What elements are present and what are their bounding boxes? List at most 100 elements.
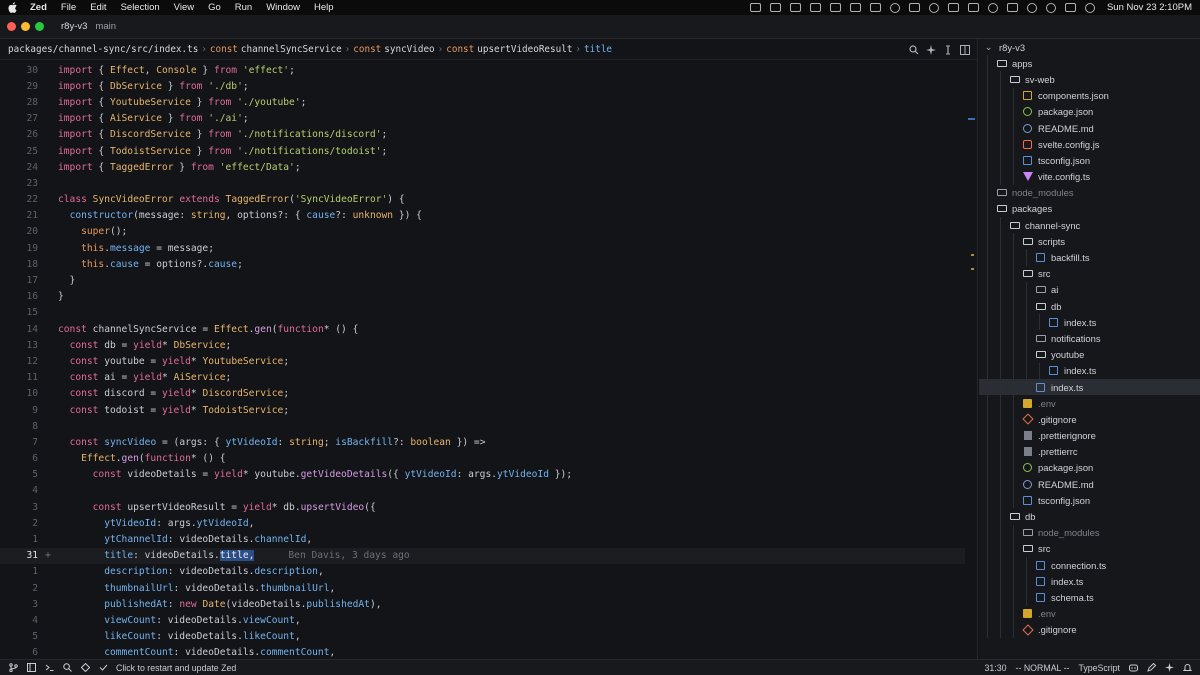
- code-line[interactable]: 17 }: [0, 272, 965, 288]
- close-window-button[interactable]: [7, 22, 16, 31]
- code-line-current[interactable]: 31 + title: videoDetails.title, Ben Davis,…: [0, 547, 965, 564]
- line-number[interactable]: 15: [0, 307, 38, 318]
- tree-file[interactable]: index.ts: [979, 378, 1200, 396]
- code-text[interactable]: publishedAt: new Date(videoDetails.publi…: [58, 599, 381, 610]
- code-line[interactable]: 9 const todoist = yield* TodoistService;: [0, 402, 965, 418]
- line-number[interactable]: 27: [0, 113, 38, 124]
- menu-app-name[interactable]: Zed: [30, 2, 47, 13]
- tree-file[interactable]: README.md: [979, 476, 1200, 493]
- code-text[interactable]: }: [58, 291, 64, 302]
- code-line[interactable]: 29 import { DbService } from './db';: [0, 78, 965, 94]
- sparkle-assistant-icon[interactable]: [924, 43, 937, 56]
- language-selector[interactable]: TypeScript: [1078, 663, 1120, 673]
- code-line[interactable]: 19 this.message = message;: [0, 240, 965, 256]
- dots-icon[interactable]: [889, 2, 900, 13]
- tree-file[interactable]: connection.ts: [979, 557, 1200, 574]
- battery-icon[interactable]: [1006, 3, 1018, 12]
- code-line[interactable]: 15: [0, 305, 965, 321]
- notion-icon[interactable]: [769, 3, 781, 12]
- line-number[interactable]: 23: [0, 178, 38, 189]
- code-line[interactable]: 12 const youtube = yield* YoutubeService…: [0, 353, 965, 369]
- tree-file[interactable]: components.json: [979, 87, 1200, 104]
- line-number[interactable]: 6: [0, 647, 38, 658]
- code-line[interactable]: 26 import { DiscordService } from './noti…: [0, 127, 965, 143]
- code-text[interactable]: thumbnailUrl: videoDetails.thumbnailUrl,: [58, 583, 335, 594]
- line-number[interactable]: 2: [0, 583, 38, 594]
- menu-go[interactable]: Go: [208, 2, 221, 13]
- assistant-icon[interactable]: [1164, 663, 1174, 673]
- code-line[interactable]: 21 constructor(message: string, options?…: [0, 208, 965, 224]
- code-text[interactable]: }: [58, 275, 76, 286]
- text-cursor-icon[interactable]: [941, 43, 954, 56]
- line-number[interactable]: 16: [0, 291, 38, 302]
- line-number[interactable]: 22: [0, 194, 38, 205]
- code-line[interactable]: 6 Effect.gen(function* () {: [0, 451, 965, 467]
- code-text[interactable]: ytChannelId: videoDetails.channelId,: [58, 534, 312, 545]
- tree-folder[interactable]: src: [979, 265, 1200, 282]
- line-number[interactable]: 12: [0, 356, 38, 367]
- status-tray-icon[interactable]: [749, 3, 761, 12]
- edit-prediction-icon[interactable]: [1146, 663, 1156, 673]
- project-name[interactable]: r8y-v3: [61, 21, 87, 32]
- line-number[interactable]: 21: [0, 210, 38, 221]
- add-breakpoint-icon[interactable]: +: [38, 550, 58, 561]
- control-center-icon[interactable]: [1064, 3, 1076, 12]
- line-number[interactable]: 4: [0, 615, 38, 626]
- line-number[interactable]: 5: [0, 631, 38, 642]
- breadcrumb-symbol[interactable]: channelSyncService: [241, 44, 342, 55]
- tree-folder[interactable]: node_modules: [979, 184, 1200, 201]
- diagnostics-icon[interactable]: [80, 663, 90, 673]
- eject-icon[interactable]: [829, 3, 841, 12]
- code-line[interactable]: 5 likeCount: videoDetails.likeCount,: [0, 629, 965, 645]
- audio-bars-icon[interactable]: [789, 3, 801, 12]
- code-text[interactable]: ytVideoId: args.ytVideoId,: [58, 518, 254, 529]
- breadcrumb-symbol[interactable]: upsertVideoResult: [477, 44, 572, 55]
- tree-folder[interactable]: notifications: [979, 330, 1200, 347]
- line-number[interactable]: 11: [0, 372, 38, 383]
- check-icon[interactable]: [98, 663, 108, 673]
- code-line[interactable]: 2 thumbnailUrl: videoDetails.thumbnailUr…: [0, 580, 965, 596]
- tree-root[interactable]: ⌄ r8y-v3: [979, 39, 1200, 55]
- code-line[interactable]: 11 const ai = yield* AiService;: [0, 370, 965, 386]
- tree-file[interactable]: .gitignore: [979, 621, 1200, 638]
- search-icon[interactable]: [62, 663, 72, 673]
- code-line[interactable]: 22 class SyncVideoError extends TaggedErr…: [0, 192, 965, 208]
- code-text[interactable]: likeCount: videoDetails.likeCount,: [58, 631, 300, 642]
- menu-bar-clock[interactable]: Sun Nov 23 2:10PM: [1107, 2, 1192, 13]
- notifications-bell-icon[interactable]: [1182, 663, 1192, 673]
- tree-file[interactable]: svelte.config.js: [979, 136, 1200, 153]
- wifi-icon[interactable]: [1026, 2, 1037, 13]
- code-line[interactable]: 25 import { TodoistService } from './noti…: [0, 143, 965, 159]
- project-panel-icon[interactable]: [26, 663, 36, 673]
- code-text[interactable]: import { TodoistService } from './notifi…: [58, 146, 387, 157]
- line-number[interactable]: 9: [0, 405, 38, 416]
- tree-file[interactable]: schema.ts: [979, 589, 1200, 606]
- code-text[interactable]: const ai = yield* AiService;: [58, 372, 232, 383]
- tree-file[interactable]: .gitignore: [979, 411, 1200, 428]
- tree-file[interactable]: package.json: [979, 103, 1200, 120]
- code-line[interactable]: 3 publishedAt: new Date(videoDetails.pub…: [0, 596, 965, 612]
- code-line[interactable]: 24 import { TaggedError } from 'effect/Da…: [0, 159, 965, 175]
- chevron-down-icon[interactable]: ⌄: [983, 41, 994, 52]
- tree-file[interactable]: index.ts: [979, 314, 1200, 331]
- tree-file[interactable]: backfill.ts: [979, 249, 1200, 266]
- code-line[interactable]: 30 import { Effect, Console } from 'effec…: [0, 62, 965, 78]
- line-number[interactable]: 25: [0, 146, 38, 157]
- zoom-window-button[interactable]: [35, 22, 44, 31]
- tree-folder[interactable]: apps: [979, 55, 1200, 72]
- git-branch[interactable]: main: [95, 21, 116, 32]
- line-number[interactable]: 8: [0, 421, 38, 432]
- code-line[interactable]: 4: [0, 483, 965, 499]
- code-text[interactable]: title: videoDetails.title, Ben Davis, 3 d…: [58, 550, 410, 562]
- code-text[interactable]: import { TaggedError } from 'effect/Data…: [58, 162, 301, 173]
- game-controller-icon[interactable]: [908, 3, 920, 12]
- copilot-icon[interactable]: [1128, 663, 1138, 673]
- tree-file[interactable]: README.md: [979, 119, 1200, 137]
- line-number[interactable]: 1: [0, 534, 38, 545]
- tree-folder[interactable]: packages: [979, 200, 1200, 218]
- tree-folder[interactable]: src: [979, 540, 1200, 557]
- search-icon[interactable]: [907, 43, 920, 56]
- terminal-icon[interactable]: [44, 663, 54, 673]
- shazam-icon[interactable]: [987, 2, 998, 13]
- spotlight-search-icon[interactable]: [1045, 2, 1056, 13]
